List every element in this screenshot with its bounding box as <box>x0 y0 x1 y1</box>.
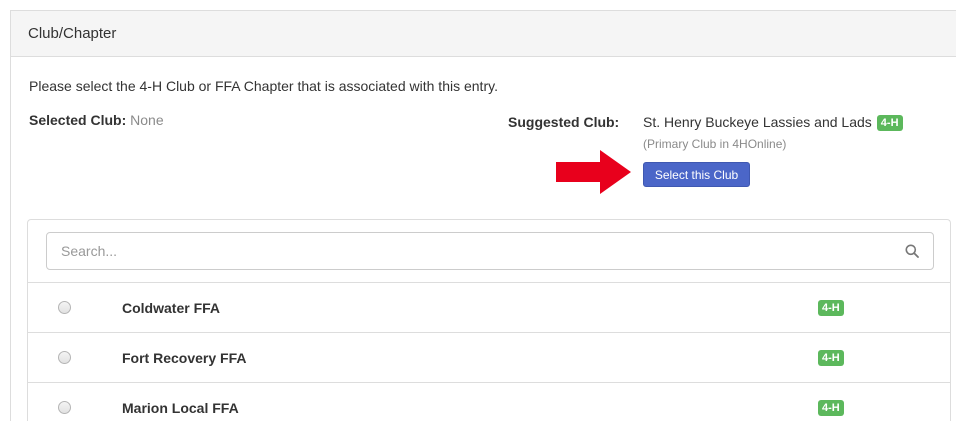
club-name: Fort Recovery FFA <box>122 349 247 366</box>
selected-club: Selected Club: None <box>29 112 164 128</box>
search-input[interactable] <box>61 243 905 259</box>
club-badge: 4-H <box>818 299 844 316</box>
club-radio[interactable] <box>58 301 71 314</box>
club-row[interactable]: Marion Local FFA 4-H <box>28 382 950 421</box>
suggested-club-badge: 4-H <box>876 115 903 131</box>
club-radio[interactable] <box>58 401 71 414</box>
club-name: Marion Local FFA <box>122 399 239 416</box>
club-name: Coldwater FFA <box>122 299 221 316</box>
club-badge: 4-H <box>818 399 844 416</box>
club-list: Coldwater FFA 4-H Fort Recovery FFA 4-H … <box>27 219 951 421</box>
club-badge: 4-H <box>818 349 844 366</box>
suggested-club: St. Henry Buckeye Lassies and Lads 4-H <box>643 114 903 131</box>
club-row[interactable]: Fort Recovery FFA 4-H <box>28 332 950 382</box>
selected-club-value: None <box>130 112 164 128</box>
suggested-club-name: St. Henry Buckeye Lassies and Lads <box>643 114 872 130</box>
club-radio[interactable] <box>58 351 71 364</box>
selected-club-label: Selected Club: <box>29 112 127 128</box>
suggested-club-label: Suggested Club: <box>508 114 620 130</box>
search-box[interactable] <box>46 232 934 270</box>
red-arrow-icon <box>556 150 631 194</box>
select-this-club-button[interactable]: Select this Club <box>643 162 750 187</box>
search-icon[interactable] <box>905 244 919 258</box>
club-row[interactable]: Coldwater FFA 4-H <box>28 282 950 332</box>
panel-title: Club/Chapter <box>11 11 956 57</box>
suggested-club-note: (Primary Club in 4HOnline) <box>643 137 787 151</box>
instruction-text: Please select the 4-H Club or FFA Chapte… <box>29 78 498 94</box>
